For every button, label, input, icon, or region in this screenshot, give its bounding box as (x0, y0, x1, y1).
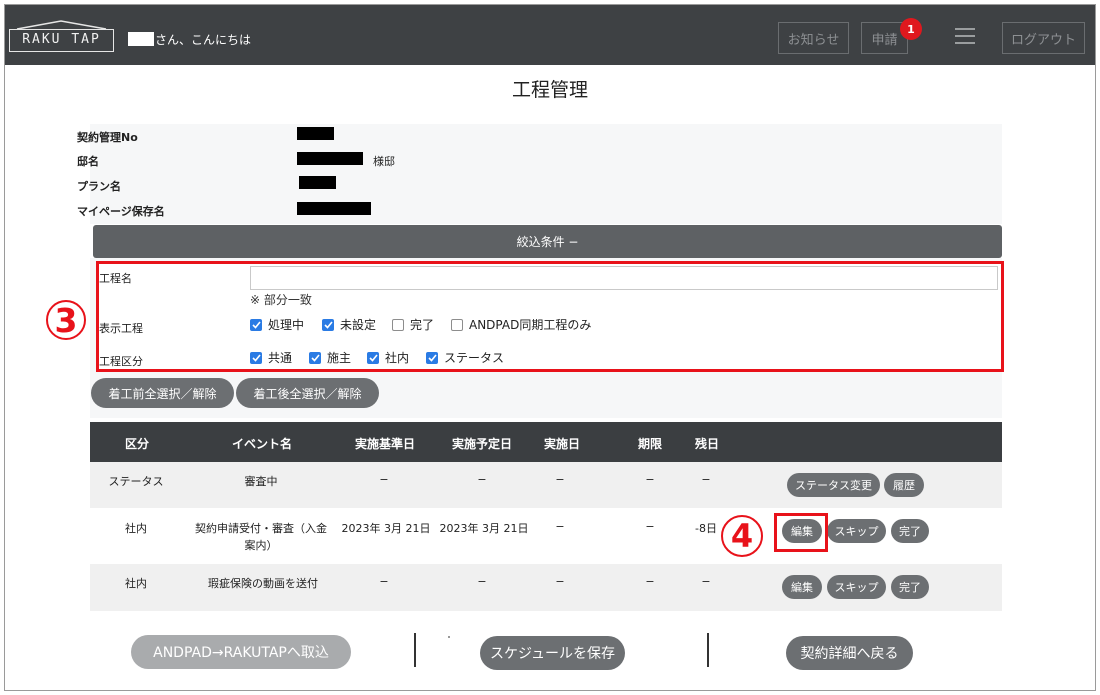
checkbox-checked-icon (426, 351, 438, 364)
logout-button[interactable]: ログアウト (1002, 22, 1085, 54)
checkbox-label: 社内 (385, 351, 410, 365)
plan-name-redacted (299, 176, 336, 189)
page-title: 工程管理 (511, 79, 588, 101)
header-done-date: 実施日 (544, 437, 581, 451)
row-event-line2: 案内） (244, 539, 278, 552)
checkbox-checked-icon (250, 318, 262, 331)
mypage-name-redacted (297, 202, 371, 215)
pre-construction-select-button[interactable]: 着工前全選択／解除 (91, 378, 234, 408)
category-option-status[interactable]: ステータス (426, 349, 504, 366)
username-redacted (128, 32, 154, 46)
row-category: 社内 (125, 522, 147, 535)
hamburger-menu-icon[interactable] (955, 28, 975, 46)
category-option-common[interactable]: 共通 (250, 349, 292, 366)
row-base-date: − (379, 575, 389, 588)
checkbox-unchecked-icon (392, 318, 404, 331)
row-remaining: − (701, 575, 711, 588)
process-name-label: 工程名 (99, 272, 132, 285)
house-name-redacted (297, 152, 363, 165)
row-category: ステータス (108, 475, 164, 488)
filter-toggle-header[interactable]: 絞込条件 − (93, 225, 1002, 258)
row-done-date: − (555, 520, 565, 533)
stray-dot (448, 636, 450, 638)
complete-button[interactable]: 完了 (891, 519, 929, 543)
row-base-date: 2023年 3月 21日 (341, 522, 431, 535)
mypage-name-label: マイページ保存名 (77, 205, 165, 218)
edit-button[interactable]: 編集 (782, 575, 822, 599)
row-deadline: − (645, 575, 655, 588)
checkbox-checked-icon (367, 351, 379, 364)
post-construction-select-button[interactable]: 着工後全選択／解除 (236, 378, 379, 408)
display-option-unset[interactable]: 未設定 (322, 316, 376, 333)
display-option-andpad-only[interactable]: ANDPAD同期工程のみ (451, 316, 591, 333)
checkbox-label: 施主 (327, 351, 352, 365)
row-event: 審査中 (244, 475, 278, 488)
house-suffix: 様邸 (373, 155, 395, 168)
header-remaining: 残日 (695, 437, 720, 451)
row-done-date: − (555, 473, 565, 486)
checkbox-unchecked-icon (451, 318, 463, 331)
table-row: ステータス 審査中 − − − − − ステータス変更 履歴 (90, 462, 1002, 508)
skip-button[interactable]: スキップ (827, 575, 886, 599)
row-event-line1: 契約申請受付・審査（入金 (195, 522, 327, 535)
process-category-label: 工程区分 (99, 355, 143, 368)
separator (707, 633, 709, 667)
contract-no-label: 契約管理No (77, 131, 138, 144)
row-deadline: − (645, 473, 655, 486)
table-row: 社内 契約申請受付・審査（入金 案内） 2023年 3月 21日 2023年 3… (90, 508, 1002, 564)
contract-no-redacted (297, 127, 334, 140)
history-button[interactable]: 履歴 (884, 473, 924, 497)
news-button[interactable]: お知らせ (778, 22, 849, 54)
process-name-input[interactable] (250, 266, 998, 290)
apply-count-badge: 1 (900, 18, 922, 40)
row-base-date: − (379, 473, 389, 486)
header-category: 区分 (125, 437, 150, 451)
row-event: 瑕疵保険の動画を送付 (208, 577, 318, 590)
save-schedule-button[interactable]: スケジュールを保存 (480, 636, 625, 670)
checkbox-label: 共通 (268, 351, 293, 365)
header-plan-date: 実施予定日 (452, 437, 513, 451)
status-change-button[interactable]: ステータス変更 (787, 473, 880, 497)
checkbox-checked-icon (309, 351, 321, 364)
logo-text: RAKU TAP (22, 32, 101, 47)
table-row: 社内 瑕疵保険の動画を送付 − − − − − 編集 スキップ 完了 (90, 564, 1002, 611)
skip-button[interactable]: スキップ (827, 519, 886, 543)
category-option-owner[interactable]: 施主 (309, 349, 351, 366)
plan-name-label: プラン名 (77, 180, 121, 193)
row-category: 社内 (125, 577, 147, 590)
complete-button[interactable]: 完了 (891, 575, 929, 599)
highlight-box-4 (774, 513, 828, 552)
row-deadline: − (645, 520, 655, 533)
checkbox-label: ステータス (444, 351, 505, 365)
annotation-marker-3: 3 (46, 300, 86, 340)
row-done-date: − (555, 575, 565, 588)
contract-info-panel (90, 124, 1002, 224)
checkbox-checked-icon (322, 318, 334, 331)
header-event-name: イベント名 (232, 437, 293, 451)
back-to-contract-button[interactable]: 契約詳細へ戻る (786, 636, 913, 670)
house-name-label: 邸名 (77, 155, 99, 168)
logo[interactable]: RAKU TAP (9, 20, 114, 54)
andpad-import-button[interactable]: ANDPAD→RAKUTAPへ取込 (131, 635, 351, 669)
display-option-processing[interactable]: 処理中 (250, 316, 304, 333)
row-plan-date: − (477, 575, 487, 588)
separator (414, 633, 416, 667)
greeting-text: さん、こんにちは (155, 33, 252, 47)
display-process-label: 表示工程 (99, 322, 143, 335)
row-remaining: − (701, 473, 711, 486)
checkbox-label: 完了 (410, 318, 435, 332)
annotation-marker-4: 4 (721, 515, 763, 557)
header-base-date: 実施基準日 (355, 437, 416, 451)
checkbox-checked-icon (250, 351, 262, 364)
process-table-header: 区分 イベント名 実施基準日 実施予定日 実施日 期限 残日 (90, 422, 1002, 462)
category-option-internal[interactable]: 社内 (367, 349, 409, 366)
checkbox-label: ANDPAD同期工程のみ (469, 318, 592, 332)
partial-match-note: ※ 部分一致 (250, 293, 312, 307)
row-plan-date: − (477, 473, 487, 486)
header-deadline: 期限 (638, 437, 663, 451)
checkbox-label: 処理中 (268, 318, 305, 332)
display-option-complete[interactable]: 完了 (392, 316, 434, 333)
checkbox-label: 未設定 (340, 318, 377, 332)
